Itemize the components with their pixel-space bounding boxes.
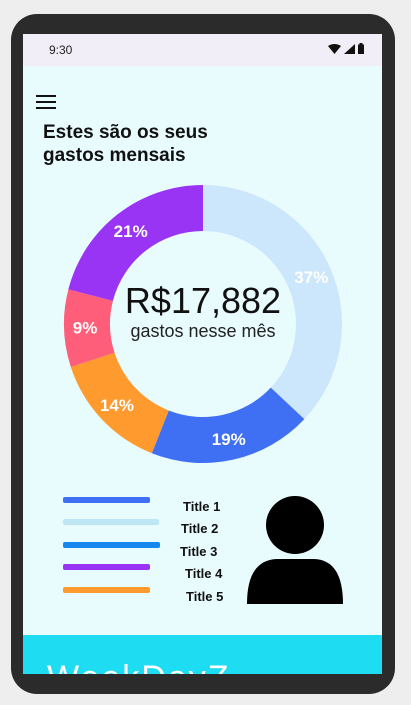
wifi-icon bbox=[328, 43, 341, 54]
avatar-icon bbox=[247, 496, 343, 604]
legend-label-2: Title 2 bbox=[181, 521, 219, 536]
donut-label-2: 19% bbox=[212, 430, 246, 449]
total-subtitle: gastos nesse mês bbox=[130, 321, 276, 341]
donut-label-4: 9% bbox=[73, 319, 98, 338]
page-title: Estes são os seus gastos mensais bbox=[43, 122, 208, 166]
legend-label-4: Title 4 bbox=[185, 566, 223, 581]
menu-icon[interactable] bbox=[36, 95, 56, 111]
legend-bar-3 bbox=[63, 542, 160, 548]
donut-label-5: 21% bbox=[114, 222, 148, 241]
legend-bar-1 bbox=[63, 497, 150, 503]
status-icons bbox=[328, 43, 364, 54]
battery-icon bbox=[358, 43, 364, 54]
legend-label-3: Title 3 bbox=[180, 544, 218, 559]
total-amount: R$17,882 bbox=[124, 280, 282, 321]
app-screen: 9:30 Estes são os seus gastos mensais 37… bbox=[23, 34, 382, 674]
legend-bar-5 bbox=[63, 587, 150, 593]
status-bar: 9:30 bbox=[23, 34, 382, 66]
legend-bar-2 bbox=[63, 519, 159, 525]
legend-label-1: Title 1 bbox=[183, 499, 221, 514]
donut-label-1: 37% bbox=[294, 268, 328, 287]
donut-label-3: 14% bbox=[100, 396, 134, 415]
legend-label-5: Title 5 bbox=[186, 589, 224, 604]
legend-bar-4 bbox=[63, 564, 150, 570]
footer-text: WeekDayZ bbox=[47, 659, 231, 674]
status-time: 9:30 bbox=[49, 43, 73, 57]
signal-icon bbox=[344, 43, 355, 54]
bottom-bar: WeekDayZ bbox=[23, 635, 382, 674]
